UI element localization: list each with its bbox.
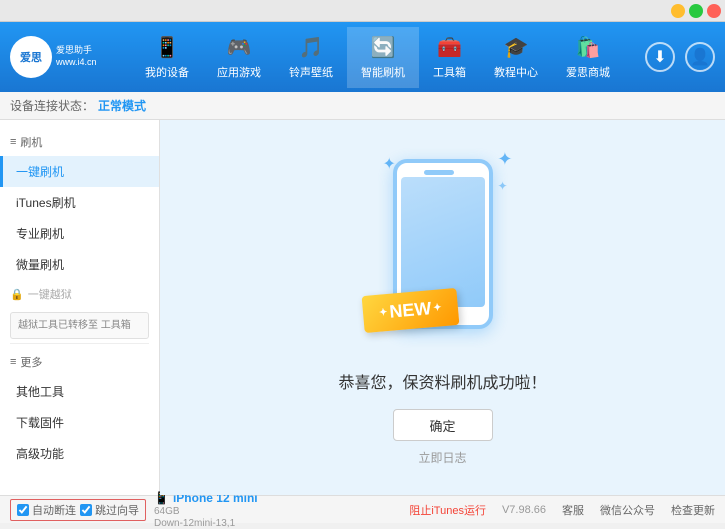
tutorials-icon: 🎓 (504, 35, 529, 60)
version-text: V7.98.66 (502, 504, 546, 516)
nav-bar: 📱 我的设备 🎮 应用游戏 🎵 铃声壁纸 🔄 智能刷机 🧰 工具箱 🎓 教程中心… (110, 27, 645, 88)
nav-my-device[interactable]: 📱 我的设备 (131, 27, 203, 88)
itunes-status-label: 阻止iTunes运行 (409, 502, 486, 518)
checkbox-group: 自动断连 跳过向导 (10, 499, 146, 521)
nav-mall[interactable]: 🛍️ 爱思商城 (552, 27, 624, 88)
maximize-button[interactable] (689, 4, 703, 18)
logo-icon-text: 爱思 (20, 49, 42, 65)
nav-toolbox-label: 工具箱 (433, 64, 466, 80)
device-model: Down-12mini-13,1 (154, 518, 258, 529)
logo-line1: 爱思助手 (56, 45, 97, 57)
sidebar-section-more: ≡ 更多 (0, 348, 159, 376)
update-link[interactable]: 检查更新 (671, 502, 715, 518)
apps-games-icon: 🎮 (227, 35, 252, 60)
sidebar-section-jailbreak: 🔒 一键越狱 (0, 280, 159, 308)
mall-icon: 🛍️ (576, 35, 601, 60)
nav-apps-games-label: 应用游戏 (217, 64, 261, 80)
sidebar-section-flash: ≡ 刷机 (0, 128, 159, 156)
skip-wizard-checkbox[interactable]: 跳过向导 (80, 502, 139, 518)
device-storage: 64GB (154, 506, 258, 517)
logo-icon: 爱思 (10, 36, 52, 78)
nav-smart-flash[interactable]: 🔄 智能刷机 (347, 27, 419, 88)
service-link[interactable]: 客服 (562, 502, 584, 518)
lock-icon: 🔒 (10, 288, 24, 301)
status-value: 正常模式 (98, 97, 146, 114)
logo-area: 爱思 爱思助手 www.i4.cn (10, 36, 110, 78)
my-device-icon: 📱 (155, 35, 180, 60)
skip-wizard-input[interactable] (80, 504, 92, 516)
jailbreak-section-label: 一键越狱 (28, 286, 72, 302)
sparkle-3: ✦ (497, 149, 512, 170)
sidebar: ≡ 刷机 一键刷机 iTunes刷机 专业刷机 微量刷机 🔒 一键越狱 越狱工具… (0, 120, 160, 495)
download-button[interactable]: ⬇ (645, 42, 675, 72)
wechat-link[interactable]: 微信公众号 (600, 502, 655, 518)
toolbox-icon: 🧰 (437, 35, 462, 60)
flash-section-icon: ≡ (10, 136, 16, 148)
status-label: 设备连接状态： (10, 97, 94, 114)
main-layout: ≡ 刷机 一键刷机 iTunes刷机 专业刷机 微量刷机 🔒 一键越狱 越狱工具… (0, 120, 725, 495)
nav-smart-flash-label: 智能刷机 (361, 64, 405, 80)
logo-text: 爱思助手 www.i4.cn (56, 45, 97, 68)
ringtones-icon: 🎵 (299, 35, 324, 60)
sparkle-2: ✦ (498, 179, 508, 193)
sidebar-item-itunes-flash[interactable]: iTunes刷机 (0, 187, 159, 218)
sidebar-item-pro-flash[interactable]: 专业刷机 (0, 218, 159, 249)
success-message: 恭喜您，保资料刷机成功啦！ (338, 369, 546, 393)
auto-disconnect-label: 自动断连 (32, 502, 76, 518)
window-controls (671, 4, 721, 18)
sidebar-item-download-firmware[interactable]: 下载固件 (0, 407, 159, 438)
flash-section-label: 刷机 (20, 134, 42, 150)
sidebar-item-other-tools[interactable]: 其他工具 (0, 376, 159, 407)
header-right: ⬇ 👤 (645, 42, 715, 72)
confirm-button[interactable]: 确定 (393, 409, 493, 441)
phone-speaker (424, 170, 454, 175)
nav-tutorials-label: 教程中心 (494, 64, 538, 80)
content-area: ✦ ✦ ✦ NEW 恭喜您，保资料刷机成功啦！ 确定 立即日志 (160, 120, 725, 495)
itunes-status: 阻止iTunes运行 (409, 502, 486, 518)
nav-ringtones[interactable]: 🎵 铃声壁纸 (275, 27, 347, 88)
phone-illustration: ✦ ✦ ✦ NEW (363, 149, 523, 349)
bottom-bar: 自动断连 跳过向导 📱 iPhone 12 mini 64GB Down-12m… (0, 495, 725, 523)
jailbreak-notice: 越狱工具已转移至 工具箱 (10, 312, 149, 339)
more-section-icon: ≡ (10, 356, 16, 368)
nav-my-device-label: 我的设备 (145, 64, 189, 80)
new-badge-text: NEW (388, 298, 432, 323)
nav-ringtones-label: 铃声壁纸 (289, 64, 333, 80)
logo-line2: www.i4.cn (56, 57, 97, 69)
nav-tutorials[interactable]: 🎓 教程中心 (480, 27, 552, 88)
sidebar-item-one-click-flash[interactable]: 一键刷机 (0, 156, 159, 187)
title-bar (0, 0, 725, 22)
minimize-button[interactable] (671, 4, 685, 18)
auto-disconnect-checkbox[interactable]: 自动断连 (17, 502, 76, 518)
skip-wizard-label: 跳过向导 (95, 502, 139, 518)
auto-disconnect-input[interactable] (17, 504, 29, 516)
bottom-right: V7.98.66 客服 微信公众号 检查更新 (502, 502, 715, 518)
more-section-label: 更多 (20, 354, 42, 370)
sidebar-item-micro-flash[interactable]: 微量刷机 (0, 249, 159, 280)
sidebar-divider (10, 343, 149, 344)
nav-mall-label: 爱思商城 (566, 64, 610, 80)
smart-flash-icon: 🔄 (371, 35, 396, 60)
phone-screen (401, 177, 485, 307)
again-link[interactable]: 立即日志 (418, 449, 466, 466)
sidebar-item-advanced[interactable]: 高级功能 (0, 438, 159, 469)
user-button[interactable]: 👤 (685, 42, 715, 72)
status-bar: 设备连接状态： 正常模式 (0, 92, 725, 120)
close-button[interactable] (707, 4, 721, 18)
header: 爱思 爱思助手 www.i4.cn 📱 我的设备 🎮 应用游戏 🎵 铃声壁纸 🔄… (0, 22, 725, 92)
nav-toolbox[interactable]: 🧰 工具箱 (419, 27, 480, 88)
nav-apps-games[interactable]: 🎮 应用游戏 (203, 27, 275, 88)
